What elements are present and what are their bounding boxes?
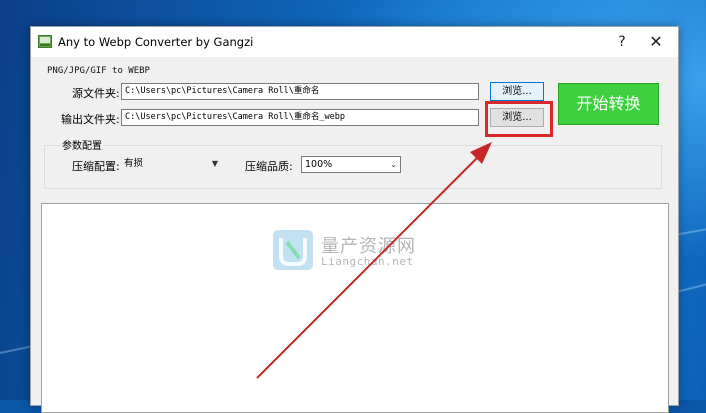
highlight-box [485,101,553,137]
window-title: Any to Webp Converter by Gangzi [58,35,254,49]
start-convert-button[interactable]: 开始转换 [558,83,659,125]
chevron-down-icon: ▼ [211,159,218,168]
source-folder-input[interactable]: C:\Users\pc\Pictures\Camera Roll\重命名 [121,83,479,100]
watermark-site: Liangchan.net [321,255,414,268]
output-folder-label: 输出文件夹: [61,113,120,126]
chevron-down-icon: ⌄ [390,160,397,169]
help-button[interactable]: ? [606,27,638,57]
title-bar: Any to Webp Converter by Gangzi ? ✕ [31,27,678,57]
close-button[interactable]: ✕ [640,27,672,57]
format-label: PNG/JPG/GIF to WEBP [47,66,150,76]
compression-label: 压缩配置: [72,160,120,173]
params-group-title: 参数配置 [61,137,103,152]
converter-window: Any to Webp Converter by Gangzi ? ✕ PNG/… [30,26,679,413]
watermark-logo-icon [273,230,313,270]
quality-value: 100% [305,159,333,170]
compression-value: 有损 [124,158,144,169]
source-folder-label: 源文件夹: [72,87,120,100]
source-browse-button[interactable]: 浏览... [490,82,544,101]
compression-select[interactable]: 有损 ▼ [121,156,221,173]
quality-select[interactable]: 100% ⌄ [301,156,401,173]
app-icon [38,35,52,48]
quality-label: 压缩品质: [245,160,293,173]
output-folder-input[interactable]: C:\Users\pc\Pictures\Camera Roll\重命名_web… [121,109,479,126]
